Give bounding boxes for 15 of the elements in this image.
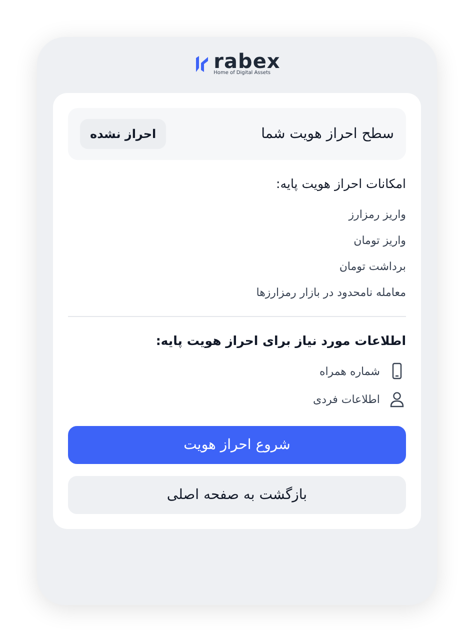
section-title: اطلاعات مورد نیاز برای احراز هویت پایه:: [154, 333, 406, 348]
level-title: سطح احراز هویت شما: [261, 126, 394, 142]
user-icon: [388, 390, 406, 408]
feature-item: معامله نامحدود در بازار رمزارزها: [255, 286, 406, 299]
feature-item: برداشت تومان: [338, 260, 406, 273]
brand-name: rabex: [214, 52, 280, 70]
back-home-button[interactable]: بازگشت به صفحه اصلی: [68, 476, 406, 514]
feature-item: واریز تومان: [352, 234, 406, 247]
requirement-label: شماره همراه: [319, 364, 380, 378]
section-title: امکانات احراز هویت پایه:: [275, 176, 406, 191]
requirement-label: اطلاعات فردی: [313, 392, 380, 406]
feature-item: واریز رمزارز: [347, 208, 406, 221]
status-badge: احراز نشده: [80, 119, 166, 149]
logo-icon: [194, 54, 210, 74]
start-verification-button[interactable]: شروع احراز هویت: [68, 426, 406, 464]
